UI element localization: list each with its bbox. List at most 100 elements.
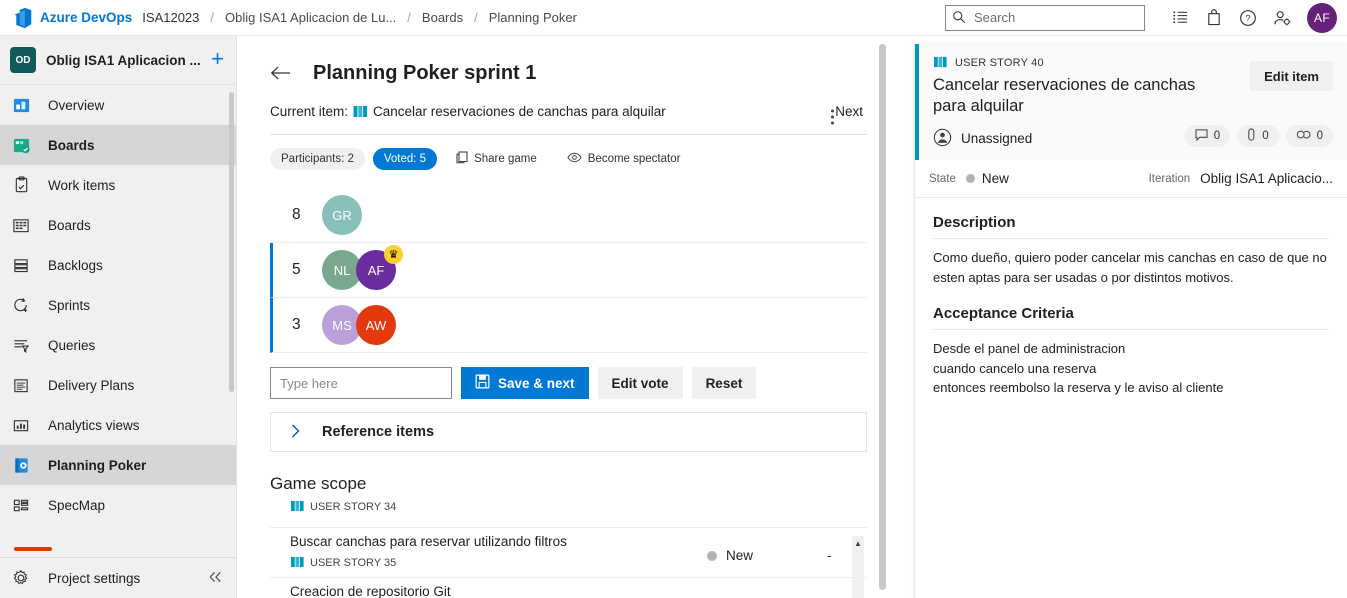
current-item-title[interactable]: Cancelar reservaciones de canchas para a… bbox=[373, 104, 666, 119]
comment-counter[interactable]: 0 bbox=[1184, 125, 1231, 148]
avatar[interactable]: AW bbox=[356, 305, 396, 345]
sidebar-item-label: Boards bbox=[48, 217, 91, 233]
board-grid-icon bbox=[10, 214, 32, 236]
header-divider bbox=[270, 134, 867, 135]
project-name[interactable]: Oblig ISA1 Aplicacion ... bbox=[46, 53, 201, 68]
azure-devops-logo-icon[interactable] bbox=[10, 5, 36, 31]
sidebar-item-label: SpecMap bbox=[48, 497, 106, 513]
tasklist-icon[interactable] bbox=[1163, 2, 1197, 34]
reference-items-section[interactable]: Reference items bbox=[270, 412, 867, 452]
share-game-button[interactable]: Share game bbox=[445, 148, 548, 170]
scope-row[interactable]: Buscar canchas para reservar utilizando … bbox=[270, 528, 867, 578]
top-bar-actions: ? AF bbox=[945, 2, 1337, 34]
sidebar-item-label: Planning Poker bbox=[48, 457, 147, 473]
sidebar-item-boards[interactable]: Boards bbox=[0, 205, 236, 245]
acceptance-line: Desde el panel de administracion bbox=[933, 341, 1126, 357]
organization-link[interactable]: ISA12023 bbox=[142, 10, 199, 25]
sidebar-item-analytics-views[interactable]: Analytics views bbox=[0, 405, 236, 445]
collapse-chevrons-icon[interactable] bbox=[207, 570, 224, 587]
queries-funnel-icon bbox=[10, 334, 32, 356]
crown-icon: ♛ bbox=[384, 245, 403, 264]
comment-count: 0 bbox=[1213, 130, 1221, 143]
become-spectator-button[interactable]: Become spectator bbox=[556, 148, 692, 170]
vote-input[interactable] bbox=[270, 367, 452, 399]
search-input[interactable] bbox=[974, 10, 1138, 25]
sidebar-item-planning-poker[interactable]: Planning Poker bbox=[0, 445, 236, 485]
project-settings-label: Project settings bbox=[48, 570, 141, 586]
acceptance-line: cuando cancelo una reserva bbox=[933, 360, 1097, 376]
link-counter[interactable]: 0 bbox=[1285, 125, 1333, 148]
user-avatar[interactable]: AF bbox=[1307, 2, 1337, 33]
add-new-button[interactable]: + bbox=[211, 47, 224, 73]
breadcrumb-boards[interactable]: Boards bbox=[422, 10, 463, 25]
marketplace-bag-icon[interactable] bbox=[1197, 2, 1231, 34]
vote-value: 3 bbox=[292, 316, 301, 333]
sidebar-item-label: Work items bbox=[48, 177, 116, 193]
scroll-up-arrow-icon[interactable]: ▲ bbox=[852, 539, 864, 548]
edit-vote-button[interactable]: Edit vote bbox=[597, 367, 683, 399]
vote-row[interactable]: 3 MS AW bbox=[270, 298, 867, 353]
scope-list-scrollbar[interactable]: ▲ bbox=[852, 536, 864, 598]
work-item-summary-card: USER STORY 40 Cancelar reservaciones de … bbox=[915, 44, 1347, 161]
breadcrumb-separator: / bbox=[210, 10, 215, 25]
acceptance-criteria-heading: Acceptance Criteria bbox=[933, 305, 1329, 331]
assigned-to-label: Unassigned bbox=[961, 130, 1033, 146]
back-arrow-icon[interactable] bbox=[270, 65, 294, 81]
vote-row[interactable]: 5 NL AF ♛ bbox=[270, 243, 867, 298]
sidebar-item-sprints[interactable]: Sprints bbox=[0, 285, 236, 325]
scope-work-item: USER STORY 34 bbox=[290, 500, 707, 513]
avatar-initials: AF bbox=[367, 262, 385, 278]
main-scrollbar[interactable] bbox=[879, 44, 886, 590]
brand-label[interactable]: Azure DevOps bbox=[40, 10, 132, 25]
sidebar-item-boards-group[interactable]: Boards bbox=[0, 125, 236, 165]
sidebar-item-delivery-plans[interactable]: Delivery Plans bbox=[0, 365, 236, 405]
search-box[interactable] bbox=[945, 4, 1145, 31]
voter-avatars: GR bbox=[322, 195, 362, 235]
work-item-detail-panel: USER STORY 40 Cancelar reservaciones de … bbox=[914, 44, 1347, 598]
voted-pill[interactable]: Voted: 5 bbox=[372, 148, 438, 170]
scope-work-item: USER STORY 35 bbox=[290, 556, 707, 569]
next-button[interactable]: Next bbox=[835, 104, 867, 119]
more-vertical-icon[interactable] bbox=[830, 108, 835, 131]
breadcrumb-planning-poker[interactable]: Planning Poker bbox=[489, 10, 577, 25]
scope-row[interactable]: USER STORY 34 bbox=[270, 498, 867, 528]
sidebar-item-work-items[interactable]: Work items bbox=[0, 165, 236, 205]
attachment-counter[interactable]: 0 bbox=[1237, 125, 1279, 148]
avatar[interactable]: GR bbox=[322, 195, 362, 235]
vote-row[interactable]: 8 GR bbox=[270, 188, 867, 243]
user-story-icon bbox=[290, 556, 305, 569]
voter-avatars: MS AW bbox=[322, 305, 396, 345]
work-item-counters: 0 0 0 bbox=[1184, 125, 1333, 148]
sidebar-item-queries[interactable]: Queries bbox=[0, 325, 236, 365]
user-story-icon bbox=[353, 105, 368, 118]
state-field-value[interactable]: New bbox=[965, 171, 1009, 186]
overview-icon bbox=[10, 94, 32, 116]
user-settings-icon[interactable] bbox=[1265, 2, 1299, 34]
game-scope-list: USER STORY 34 Buscar canchas para reserv… bbox=[270, 498, 867, 598]
breadcrumb-project[interactable]: Oblig ISA1 Aplicacion de Lu... bbox=[225, 10, 396, 25]
save-and-next-label: Save & next bbox=[498, 375, 575, 391]
iteration-field-value[interactable]: Oblig ISA1 Aplicacio... bbox=[1200, 171, 1333, 186]
sidebar-item-project-settings[interactable]: Project settings bbox=[0, 558, 236, 598]
reference-items-label: Reference items bbox=[322, 424, 435, 440]
state-dot bbox=[707, 550, 717, 561]
acceptance-criteria-text: Desde el panel de administracion cuando … bbox=[933, 339, 1329, 398]
avatar[interactable]: AF ♛ bbox=[356, 245, 403, 290]
current-item-label: Current item: bbox=[270, 103, 349, 119]
search-icon bbox=[952, 10, 968, 26]
attachment-count: 0 bbox=[1262, 130, 1269, 143]
scope-row[interactable]: Creacion de repositorio Git bbox=[270, 578, 867, 598]
sidebar-item-specmap[interactable]: SpecMap bbox=[0, 485, 236, 525]
help-circle-icon[interactable]: ? bbox=[1231, 2, 1265, 34]
sidebar-item-overview[interactable]: Overview bbox=[0, 85, 236, 125]
sidebar-item-backlogs[interactable]: Backlogs bbox=[0, 245, 236, 285]
sidebar-footer: Project settings bbox=[0, 547, 236, 598]
save-and-next-button[interactable]: Save & next bbox=[461, 367, 589, 399]
reset-button[interactable]: Reset bbox=[691, 367, 757, 399]
edit-item-button[interactable]: Edit item bbox=[1250, 61, 1333, 91]
planning-poker-icon bbox=[10, 454, 32, 476]
work-item-type-label[interactable]: USER STORY 40 bbox=[955, 57, 1044, 69]
gear-icon bbox=[10, 567, 32, 589]
sidebar-scrollbar[interactable] bbox=[229, 92, 234, 392]
sidebar-item-label: Sprints bbox=[48, 297, 91, 313]
